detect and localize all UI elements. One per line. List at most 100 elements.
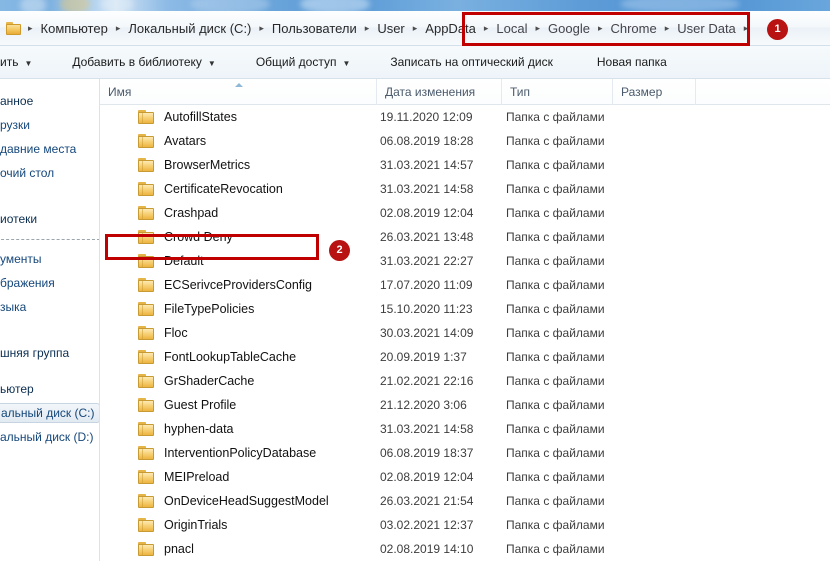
table-row[interactable]: AutofillStates 19.11.2020 12:09 Папка с фа… [100,105,830,129]
file-row-pnacl[interactable]: pnacl [100,542,194,556]
nav-item-0[interactable]: анное [0,91,33,111]
file-name-label: OriginTrials [164,518,228,532]
nav-item-4[interactable]: иотеки [0,209,37,229]
toolbar-button-3[interactable]: Записать на оптический диск [381,50,562,74]
breadcrumb-item-Google[interactable]: Google [544,19,594,38]
nav-item-8[interactable]: шняя группа [0,343,69,363]
nav-item-1[interactable]: рузки [0,115,30,135]
file-row-OnDeviceHeadSuggestModel[interactable]: OnDeviceHeadSuggestModel [100,494,329,508]
breadcrumb-separator[interactable]: ▸ [255,23,268,34]
file-type: Папка с файлами [506,254,605,268]
file-type: Папка с файлами [506,326,605,340]
breadcrumb-separator[interactable]: ▸ [409,23,422,34]
table-row[interactable]: hyphen-data 31.03.2021 14:58 Папка с файла… [100,417,830,441]
file-row-BrowserMetrics[interactable]: BrowserMetrics [100,158,250,172]
table-row[interactable]: BrowserMetrics 31.03.2021 14:57 Папка с фа… [100,153,830,177]
column-header-spacer[interactable] [695,79,830,105]
breadcrumb-separator[interactable]: ▸ [361,23,374,34]
toolbar-button-0[interactable]: ить ▼ [0,50,41,74]
table-row[interactable]: CertificateRevocation 31.03.2021 14:58 Пап… [100,177,830,201]
breadcrumb-separator-end[interactable]: ▸ [740,23,753,34]
file-row-Guest-Profile[interactable]: Guest Profile [100,398,236,412]
table-row[interactable]: MEIPreload 02.08.2019 12:04 Папка с файлам… [100,465,830,489]
file-row-Floc[interactable]: Floc [100,326,188,340]
file-type: Папка с файлами [506,158,605,172]
breadcrumb-item-User[interactable]: User [373,19,408,38]
file-row-OriginTrials[interactable]: OriginTrials [100,518,227,532]
file-date-modified: 21.02.2021 22:16 [380,374,474,388]
nav-item-6[interactable]: бражения [0,273,55,293]
nav-item-label: ументы [0,252,42,266]
table-row[interactable]: FontLookupTableCache 20.09.2019 1:37 Папка… [100,345,830,369]
file-row-ECSerivceProvidersConfig[interactable]: ECSerivceProvidersConfig [100,278,312,292]
nav-item-2[interactable]: давние места [0,139,76,159]
table-row[interactable]: OriginTrials 03.02.2021 12:37 Папка с файл… [100,513,830,537]
breadcrumb-separator[interactable]: ▸ [661,23,674,34]
file-list[interactable]: AutofillStates 19.11.2020 12:09 Папка с фа… [100,105,830,561]
nav-item-11[interactable]: альный диск (D:) [0,427,94,447]
nav-item-10[interactable]: альный диск (C:) [0,403,99,423]
column-header-size[interactable]: Размер [612,79,695,105]
breadcrumb[interactable]: ▸ Компьютер ▸ Локальный диск (C:) ▸ Пользоват… [6,11,752,45]
nav-item-3[interactable]: очий стол [0,163,54,183]
table-row[interactable]: ECSerivceProvidersConfig 17.07.2020 11:09… [100,273,830,297]
breadcrumb-item--[interactable]: Пользователи [268,19,361,38]
column-header-name[interactable]: Имя [100,79,385,105]
breadcrumb-separator[interactable]: ▸ [480,23,493,34]
breadcrumb-item--[interactable]: Компьютер [37,19,112,38]
breadcrumb-item--C-[interactable]: Локальный диск (C:) [124,19,255,38]
table-row[interactable]: InterventionPolicyDatabase 06.08.2019 18:… [100,441,830,465]
folder-icon [138,398,155,412]
file-type: Папка с файлами [506,182,605,196]
file-row-MEIPreload[interactable]: MEIPreload [100,470,229,484]
file-row-Crowd-Deny[interactable]: Crowd Deny [100,230,233,244]
file-row-AutofillStates[interactable]: AutofillStates [100,110,237,124]
file-row-FileTypePolicies[interactable]: FileTypePolicies [100,302,254,316]
breadcrumb-separator[interactable]: ▸ [594,23,607,34]
nav-item-5[interactable]: ументы [0,249,42,269]
command-toolbar[interactable]: ить ▼ Добавить в библиотеку ▼ Общий доступ ▼ З… [0,46,830,79]
column-header-type[interactable]: Тип [501,79,612,105]
toolbar-button-4[interactable]: Новая папка [588,50,676,74]
list-column-headers[interactable]: Имя Дата изменения Тип Размер [100,79,830,105]
file-row-GrShaderCache[interactable]: GrShaderCache [100,374,254,388]
table-row[interactable]: pnacl 02.08.2019 14:10 Папка с файлами [100,537,830,561]
breadcrumb-item-Chrome[interactable]: Chrome [606,19,660,38]
file-type: Папка с файлами [506,422,605,436]
toolbar-button-label: Записать на оптический диск [390,55,553,69]
file-row-Crashpad[interactable]: Crashpad [100,206,218,220]
breadcrumb-separator[interactable]: ▸ [24,23,37,34]
nav-item-9[interactable]: ьютер [0,379,34,399]
table-row[interactable]: GrShaderCache 21.02.2021 22:16 Папка с фай… [100,369,830,393]
file-row-Default[interactable]: Default [100,254,204,268]
table-row[interactable]: Crashpad 02.08.2019 12:04 Папка с файлами [100,201,830,225]
table-row[interactable]: Avatars 06.08.2019 18:28 Папка с файлами [100,129,830,153]
file-date-modified: 26.03.2021 21:54 [380,494,474,508]
table-row[interactable]: Crowd Deny 26.03.2021 13:48 Папка с файлам… [100,225,830,249]
file-name-label: hyphen-data [164,422,234,436]
file-row-Avatars[interactable]: Avatars [100,134,206,148]
file-type: Папка с файлами [506,206,605,220]
breadcrumb-item-Local[interactable]: Local [492,19,531,38]
toolbar-button-2[interactable]: Общий доступ ▼ [247,50,360,74]
address-bar[interactable]: ▸ Компьютер ▸ Локальный диск (C:) ▸ Пользоват… [0,11,830,46]
folder-icon [138,134,155,148]
table-row[interactable]: OnDeviceHeadSuggestModel 26.03.2021 21:54… [100,489,830,513]
breadcrumb-separator[interactable]: ▸ [112,23,125,34]
breadcrumb-item-User-Data[interactable]: User Data [673,19,740,38]
toolbar-button-1[interactable]: Добавить в библиотеку ▼ [63,50,224,74]
breadcrumb-separator[interactable]: ▸ [532,23,545,34]
file-row-FontLookupTableCache[interactable]: FontLookupTableCache [100,350,296,364]
file-row-InterventionPolicyDatabase[interactable]: InterventionPolicyDatabase [100,446,316,460]
navigation-pane[interactable]: анное рузки давние места очий стол иотеки уме… [0,79,100,561]
breadcrumb-item-AppData[interactable]: AppData [421,19,480,38]
column-header-date[interactable]: Дата изменения [376,79,501,105]
table-row[interactable]: Floc 30.03.2021 14:09 Папка с файлами [100,321,830,345]
folder-icon [138,374,155,388]
table-row[interactable]: FileTypePolicies 15.10.2020 11:23 Папка с … [100,297,830,321]
table-row[interactable]: Guest Profile 21.12.2020 3:06 Папка с файл… [100,393,830,417]
file-row-hyphen-data[interactable]: hyphen-data [100,422,234,436]
file-row-CertificateRevocation[interactable]: CertificateRevocation [100,182,283,196]
table-row[interactable]: Default 31.03.2021 22:27 Папка с файлами [100,249,830,273]
nav-item-7[interactable]: зыка [0,297,26,317]
